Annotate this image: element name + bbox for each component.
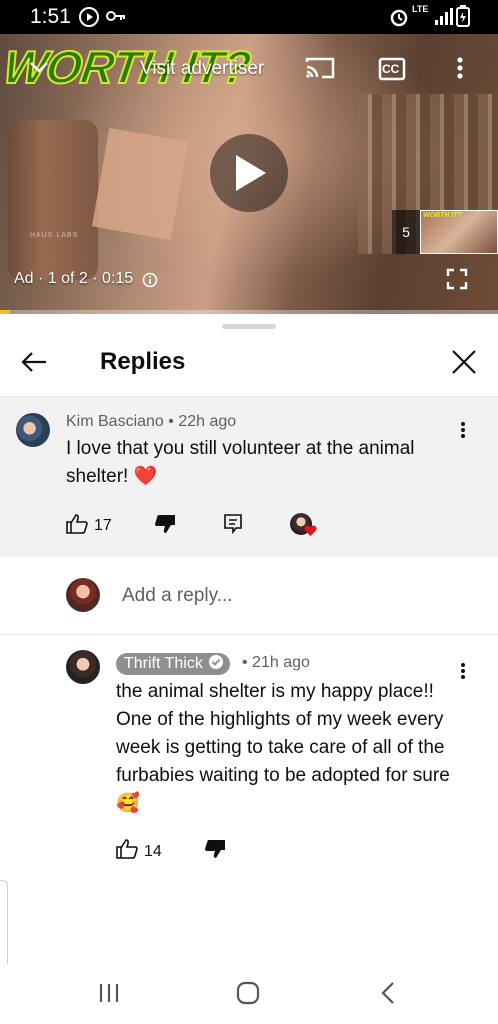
avatar	[66, 578, 100, 612]
back-arrow-icon[interactable]	[20, 350, 48, 379]
info-icon[interactable]	[142, 272, 158, 293]
reply-actions: 14	[116, 839, 226, 864]
more-vert-icon[interactable]	[456, 56, 464, 85]
battery-icon	[456, 5, 470, 32]
parent-comment: Kim Basciano • 22h ago I love that you s…	[0, 397, 498, 557]
status-bar: 1:51 LTE	[0, 0, 498, 34]
thumbs-down-icon[interactable]	[204, 839, 226, 864]
add-reply-input[interactable]: Add a reply...	[122, 585, 233, 607]
thumbs-down-icon[interactable]	[154, 514, 176, 539]
video-player[interactable]: HAUS LABS WORTH IT? Visit advertiser CC …	[0, 34, 498, 314]
alarm-icon	[388, 6, 410, 33]
chevron-down-icon[interactable]	[28, 56, 50, 83]
makeup-sponge	[91, 127, 189, 241]
comment-actions: 17	[66, 513, 317, 539]
avatar[interactable]	[16, 413, 50, 447]
reply-time: 21h ago	[252, 654, 310, 671]
reply-text: the animal shelter is my happy place!! O…	[116, 681, 450, 814]
play-notification-icon	[78, 6, 100, 33]
reply-input-divider	[0, 634, 498, 635]
ad-progress-fill	[0, 310, 10, 314]
visit-advertiser-link[interactable]: Visit advertiser	[140, 58, 264, 80]
foundation-bottle	[8, 120, 98, 280]
reply-time-meta: • 21h ago	[242, 654, 310, 671]
close-icon[interactable]	[450, 348, 478, 381]
network-type: LTE	[412, 4, 429, 14]
skip-countdown: 5	[392, 210, 420, 254]
comment-author-meta[interactable]: Kim Basciano • 22h ago	[66, 413, 446, 431]
thumbs-up-icon[interactable]	[66, 513, 88, 539]
like-count: 14	[144, 842, 162, 860]
more-vert-icon[interactable]	[460, 421, 466, 444]
comment-text: I love that you still volunteer at the a…	[66, 438, 415, 487]
comment-time: 22h ago	[178, 413, 237, 430]
fullscreen-icon[interactable]	[446, 268, 468, 295]
captions-button[interactable]: CC	[378, 56, 406, 87]
creator-chip[interactable]: Thrift Thick	[116, 653, 230, 675]
cast-icon[interactable]	[305, 56, 335, 85]
bottle-label: HAUS LABS	[30, 232, 79, 239]
replies-sheet: Replies Kim Basciano • 22h ago I love th…	[0, 314, 498, 1024]
avatar[interactable]	[66, 650, 100, 684]
thumbnail-title: WORTH IT?	[423, 212, 462, 219]
key-icon	[106, 9, 126, 28]
home-icon[interactable]	[236, 981, 260, 1010]
thumbs-up-icon[interactable]	[116, 839, 138, 864]
back-nav-icon[interactable]	[380, 981, 396, 1010]
next-video-thumbnail: WORTH IT?	[420, 210, 498, 254]
like-count: 17	[94, 517, 112, 534]
signal-icon	[434, 6, 456, 31]
system-nav-bar	[0, 964, 498, 1024]
creator-heart-badge	[289, 513, 317, 539]
drag-handle[interactable]	[222, 324, 276, 329]
cc-label: CC	[382, 62, 400, 76]
play-button[interactable]	[210, 134, 288, 212]
comment-author[interactable]: Kim Basciano	[66, 413, 164, 430]
ad-info: Ad · 1 of 2 · 0:15	[14, 270, 134, 287]
next-ad-preview[interactable]: 5 WORTH IT?	[392, 210, 498, 254]
sheet-title: Replies	[100, 348, 186, 375]
verified-check-icon	[208, 654, 224, 675]
status-time: 1:51	[30, 5, 71, 28]
reply-author: Thrift Thick	[124, 655, 203, 672]
recent-apps-icon[interactable]	[98, 982, 120, 1009]
reply-comment-icon[interactable]	[223, 513, 242, 539]
